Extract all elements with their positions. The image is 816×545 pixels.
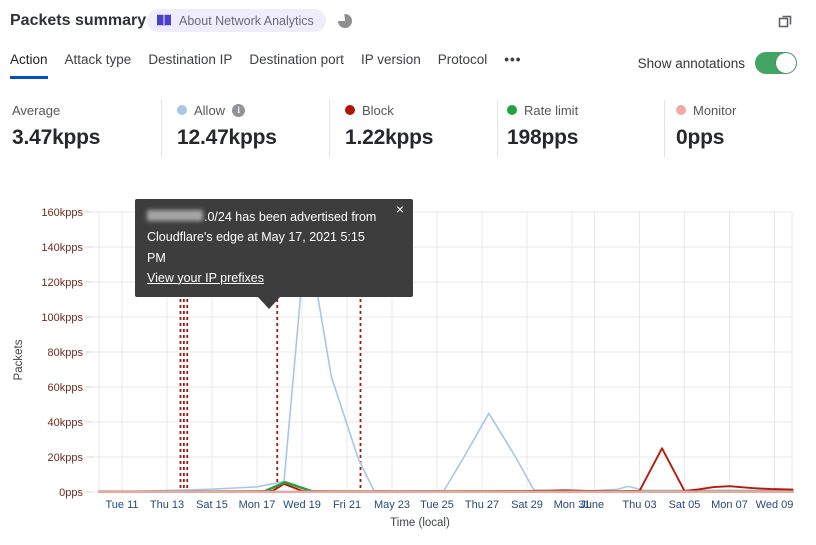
annotation-tooltip: × .0/24 has been advertised from Cloudfl… bbox=[135, 199, 413, 309]
stat-monitor: Monitor 0pps bbox=[676, 102, 736, 150]
stat-label: Monitor bbox=[693, 102, 737, 118]
header: Packets summary About Network Analytics bbox=[0, 0, 816, 44]
series-line-block bbox=[98, 447, 794, 493]
tab-protocol[interactable]: Protocol bbox=[438, 52, 488, 79]
x-axis-title: Time (local) bbox=[390, 517, 450, 529]
x-tick-label: Thu 03 bbox=[622, 499, 656, 511]
pie-chart-icon[interactable] bbox=[338, 14, 352, 28]
y-tick-label: 140kpps bbox=[41, 242, 83, 254]
badge-label: About Network Analytics bbox=[179, 13, 314, 28]
stat-divider bbox=[664, 100, 665, 157]
tab-destination-ip[interactable]: Destination IP bbox=[148, 52, 232, 79]
x-tick-label: Thu 27 bbox=[465, 499, 499, 511]
stat-value: 198pps bbox=[507, 126, 579, 149]
page-title: Packets summary bbox=[10, 12, 147, 29]
x-tick-label: Mon 17 bbox=[239, 499, 276, 511]
y-tick-label: 100kpps bbox=[41, 312, 83, 324]
tab-action[interactable]: Action bbox=[10, 52, 48, 79]
x-tick-label: Sat 05 bbox=[669, 499, 701, 511]
x-tick-label: Sat 29 bbox=[511, 499, 543, 511]
x-tick-label: June bbox=[580, 499, 604, 511]
stat-label: Average bbox=[12, 102, 61, 118]
redacted-ip-prefix bbox=[147, 210, 203, 221]
open-window-icon[interactable] bbox=[776, 12, 794, 30]
book-icon bbox=[157, 14, 171, 27]
stat-divider bbox=[329, 100, 330, 157]
show-annotations-label: Show annotations bbox=[637, 55, 745, 71]
packets-summary-panel: Packets summary About Network Analytics … bbox=[0, 0, 816, 545]
tooltip-line2: Cloudflare's edge at May 17, 2021 5:15 P… bbox=[147, 230, 365, 265]
tooltip-close-icon[interactable]: × bbox=[396, 202, 404, 216]
legend-dot-allow bbox=[177, 105, 187, 115]
y-axis-title: Packets bbox=[13, 339, 25, 380]
y-tick-label: 120kpps bbox=[41, 277, 83, 289]
info-icon[interactable]: i bbox=[232, 103, 246, 117]
x-tick-label: Sat 15 bbox=[196, 499, 228, 511]
x-tick-label: Tue 25 bbox=[420, 499, 454, 511]
y-tick-label: 160kpps bbox=[41, 207, 83, 219]
stat-average: Average 3.47kpps bbox=[12, 102, 100, 150]
toggle-knob bbox=[776, 53, 796, 73]
tooltip-line1: .0/24 has been advertised from bbox=[147, 207, 387, 227]
stat-label: Block bbox=[362, 102, 394, 118]
x-tick-label: Fri 21 bbox=[333, 499, 361, 511]
legend-dot-block bbox=[345, 105, 355, 115]
legend-dot-rate-limit bbox=[507, 105, 517, 115]
stat-value: 12.47kpps bbox=[177, 126, 277, 149]
stat-block: Block 1.22kpps bbox=[345, 102, 433, 150]
tab-attack-type[interactable]: Attack type bbox=[65, 52, 132, 79]
x-tick-label: Tue 11 bbox=[105, 499, 138, 511]
tooltip-arrow bbox=[258, 297, 280, 309]
about-network-analytics-badge[interactable]: About Network Analytics bbox=[147, 9, 326, 32]
y-tick-label: 0pps bbox=[59, 487, 83, 499]
show-annotations-control: Show annotations bbox=[638, 52, 797, 74]
x-tick-label: Thu 13 bbox=[150, 499, 184, 511]
legend-dot-monitor bbox=[676, 105, 686, 115]
tabs-more-button[interactable]: ••• bbox=[504, 52, 521, 79]
stat-label: Allow bbox=[194, 102, 226, 118]
y-tick-label: 80kpps bbox=[48, 347, 84, 359]
tab-bar: Action Attack type Destination IP Destinati… bbox=[10, 52, 521, 79]
stat-label: Rate limit bbox=[524, 102, 579, 118]
stat-allow: Allow i 12.47kpps bbox=[177, 102, 277, 150]
x-tick-label: Wed 09 bbox=[756, 499, 794, 511]
stats-row: Average 3.47kpps Allow i 12.47kpps Block 1.22k… bbox=[0, 100, 816, 160]
y-tick-label: 60kpps bbox=[48, 382, 84, 394]
x-tick-label: May 23 bbox=[374, 499, 410, 511]
stat-value: 0pps bbox=[676, 126, 725, 149]
stat-rate-limit: Rate limit 198pps bbox=[507, 102, 578, 150]
stat-divider bbox=[161, 100, 162, 157]
stat-value: 3.47kpps bbox=[12, 126, 101, 149]
stat-divider bbox=[497, 100, 498, 157]
view-ip-prefixes-link[interactable]: View your IP prefixes bbox=[147, 271, 264, 285]
show-annotations-toggle[interactable] bbox=[755, 52, 797, 74]
x-tick-label: Mon 07 bbox=[711, 499, 748, 511]
stat-value: 1.22kpps bbox=[345, 126, 434, 149]
y-tick-label: 40kpps bbox=[48, 417, 84, 429]
x-tick-label: Wed 19 bbox=[283, 499, 321, 511]
y-tick-label: 20kpps bbox=[48, 452, 84, 464]
tab-ip-version[interactable]: IP version bbox=[361, 52, 421, 79]
tab-destination-port[interactable]: Destination port bbox=[249, 52, 344, 79]
